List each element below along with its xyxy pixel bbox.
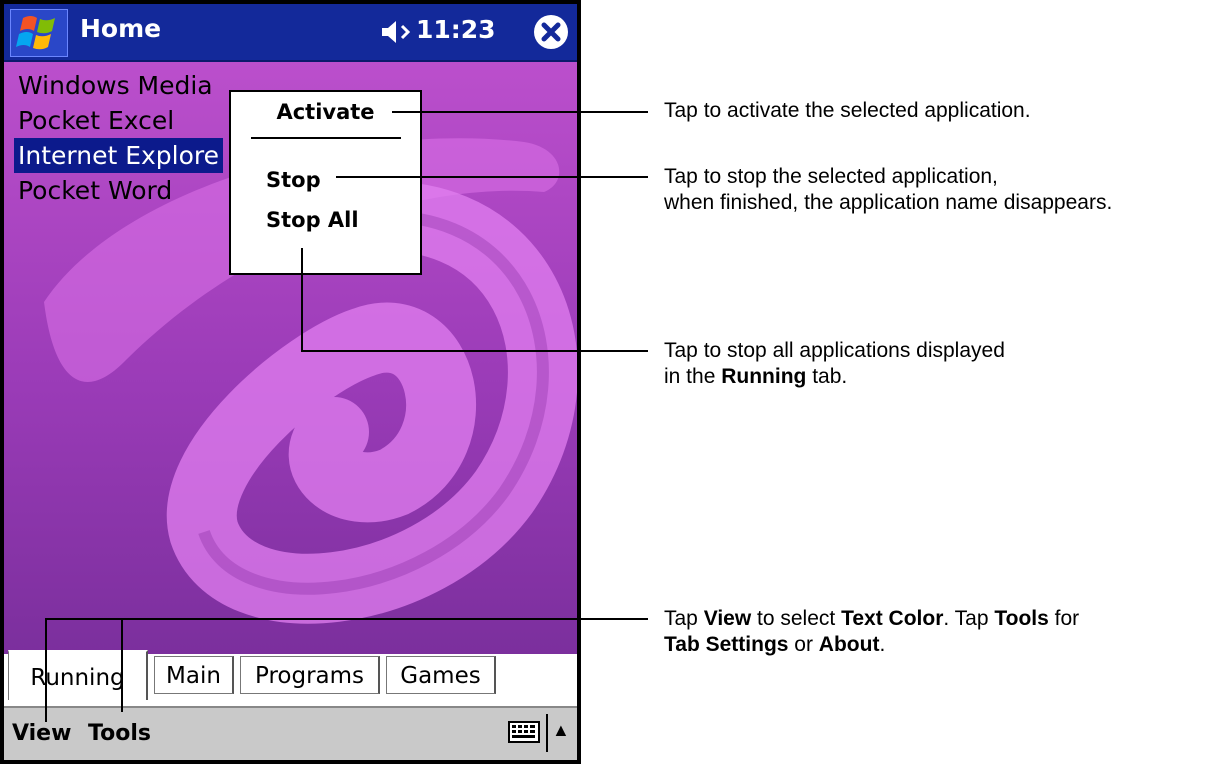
clock[interactable]: 11:23 [416, 15, 496, 44]
windows-flag-icon [16, 16, 55, 50]
annotation-text: . [879, 633, 886, 656]
activate-menu-item[interactable]: Activate [231, 100, 420, 124]
annotation-bold: Tools [994, 607, 1049, 630]
annotation-view-line1: Tap View to select Text Color. Tap Tools… [664, 606, 1079, 632]
keyboard-icon[interactable] [508, 721, 540, 743]
annotation-view-tools: Tap View to select Text Color. Tap Tools… [664, 606, 1079, 658]
annotation-bold: Running [721, 365, 807, 388]
annotation-text: to select [751, 607, 842, 630]
page-title: Home [80, 14, 162, 43]
list-item[interactable]: Pocket Excel [14, 103, 223, 138]
annotation-stop: Tap to stop the selected application, wh… [664, 164, 1112, 216]
context-menu: Activate Stop Stop All [229, 90, 422, 275]
tab-running[interactable]: Running [8, 650, 148, 700]
annotation-bold: Text Color [841, 607, 944, 630]
list-item[interactable]: Windows Media [14, 68, 223, 103]
list-item[interactable]: Pocket Word [14, 173, 223, 208]
annotation-text: tab. [806, 365, 848, 388]
annotation-stop-all-line1: Tap to stop all applications displayed [664, 339, 1005, 362]
tab-main[interactable]: Main [154, 656, 234, 694]
annotation-stop-all-line2: in the Running tab. [664, 364, 1005, 390]
up-arrow-icon[interactable]: ▲ [552, 720, 570, 741]
tools-menu[interactable]: Tools [88, 721, 151, 746]
view-menu[interactable]: View [12, 721, 71, 746]
annotation-stop-line2: when finished, the application name disa… [664, 191, 1113, 214]
title-bar: Home 11:23 [4, 4, 577, 62]
annotation-activate: Tap to activate the selected application… [664, 99, 1031, 122]
tab-programs[interactable]: Programs [240, 656, 380, 694]
menu-bar-divider [546, 714, 548, 752]
menu-separator [251, 137, 401, 139]
annotation-stop-line1: Tap to stop the selected application, [664, 165, 998, 188]
start-button[interactable] [10, 9, 68, 57]
running-app-list: Windows Media Pocket Excel Internet Expl… [14, 68, 224, 208]
pocket-pc-device: Home 11:23 Windows Media Pocket Excel In… [0, 0, 581, 764]
annotation-stop-all: Tap to stop all applications displayed i… [664, 338, 1005, 390]
annotation-view-line2: Tab Settings or About. [664, 632, 1079, 658]
speaker-icon[interactable] [380, 18, 414, 46]
annotation-text: Tap [664, 607, 704, 630]
menu-bar: View Tools ▲ [4, 706, 577, 760]
annotation-text: . Tap [943, 607, 995, 630]
stop-menu-item[interactable]: Stop [266, 168, 455, 192]
annotation-text: in the [664, 365, 722, 388]
stop-all-menu-item[interactable]: Stop All [266, 208, 455, 232]
annotation-text: for [1048, 607, 1080, 630]
annotation-bold: Tab Settings [664, 633, 789, 656]
annotation-bold: About [818, 633, 880, 656]
annotation-bold: View [703, 607, 752, 630]
screen: Home 11:23 Windows Media Pocket Excel In… [4, 4, 577, 760]
list-item-selected[interactable]: Internet Explore [14, 138, 224, 173]
tab-bar: Running Main Programs Games [4, 650, 577, 706]
close-icon[interactable] [532, 13, 570, 51]
annotation-text: or [788, 633, 819, 656]
tab-games[interactable]: Games [386, 656, 496, 694]
